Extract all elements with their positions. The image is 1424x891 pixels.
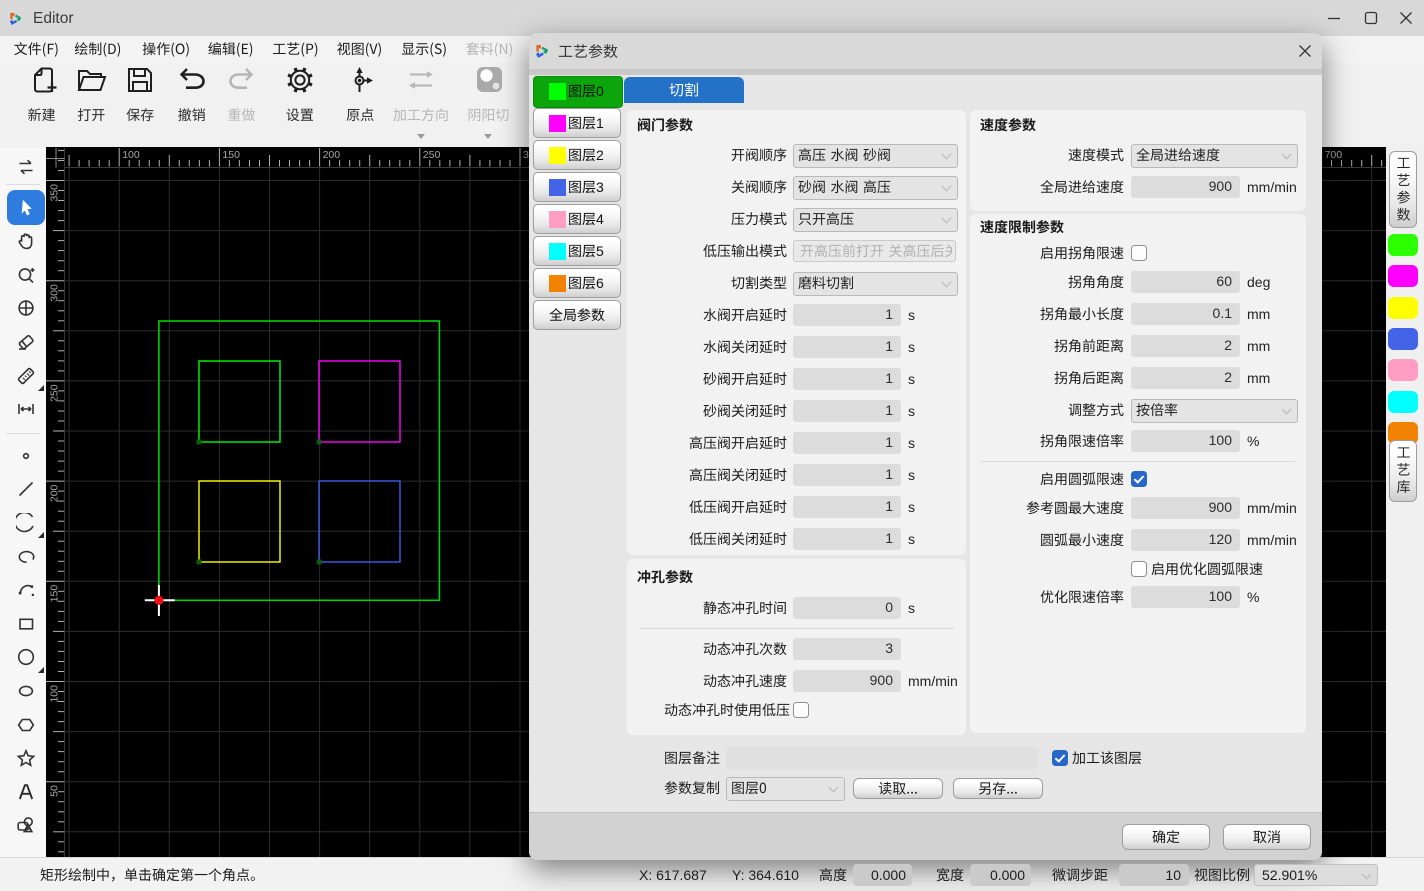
svg-text:300: 300 <box>49 284 61 302</box>
svg-text:100: 100 <box>49 685 61 703</box>
svg-text:200: 200 <box>49 484 61 502</box>
svg-text:150: 150 <box>49 585 61 603</box>
svg-text:250: 250 <box>423 149 441 161</box>
svg-text:350: 350 <box>49 184 61 202</box>
svg-text:250: 250 <box>49 384 61 402</box>
svg-text:100: 100 <box>122 149 140 161</box>
svg-text:200: 200 <box>323 149 341 161</box>
svg-text:50: 50 <box>49 785 61 797</box>
svg-text:150: 150 <box>222 149 240 161</box>
svg-text:700: 700 <box>1325 149 1343 161</box>
